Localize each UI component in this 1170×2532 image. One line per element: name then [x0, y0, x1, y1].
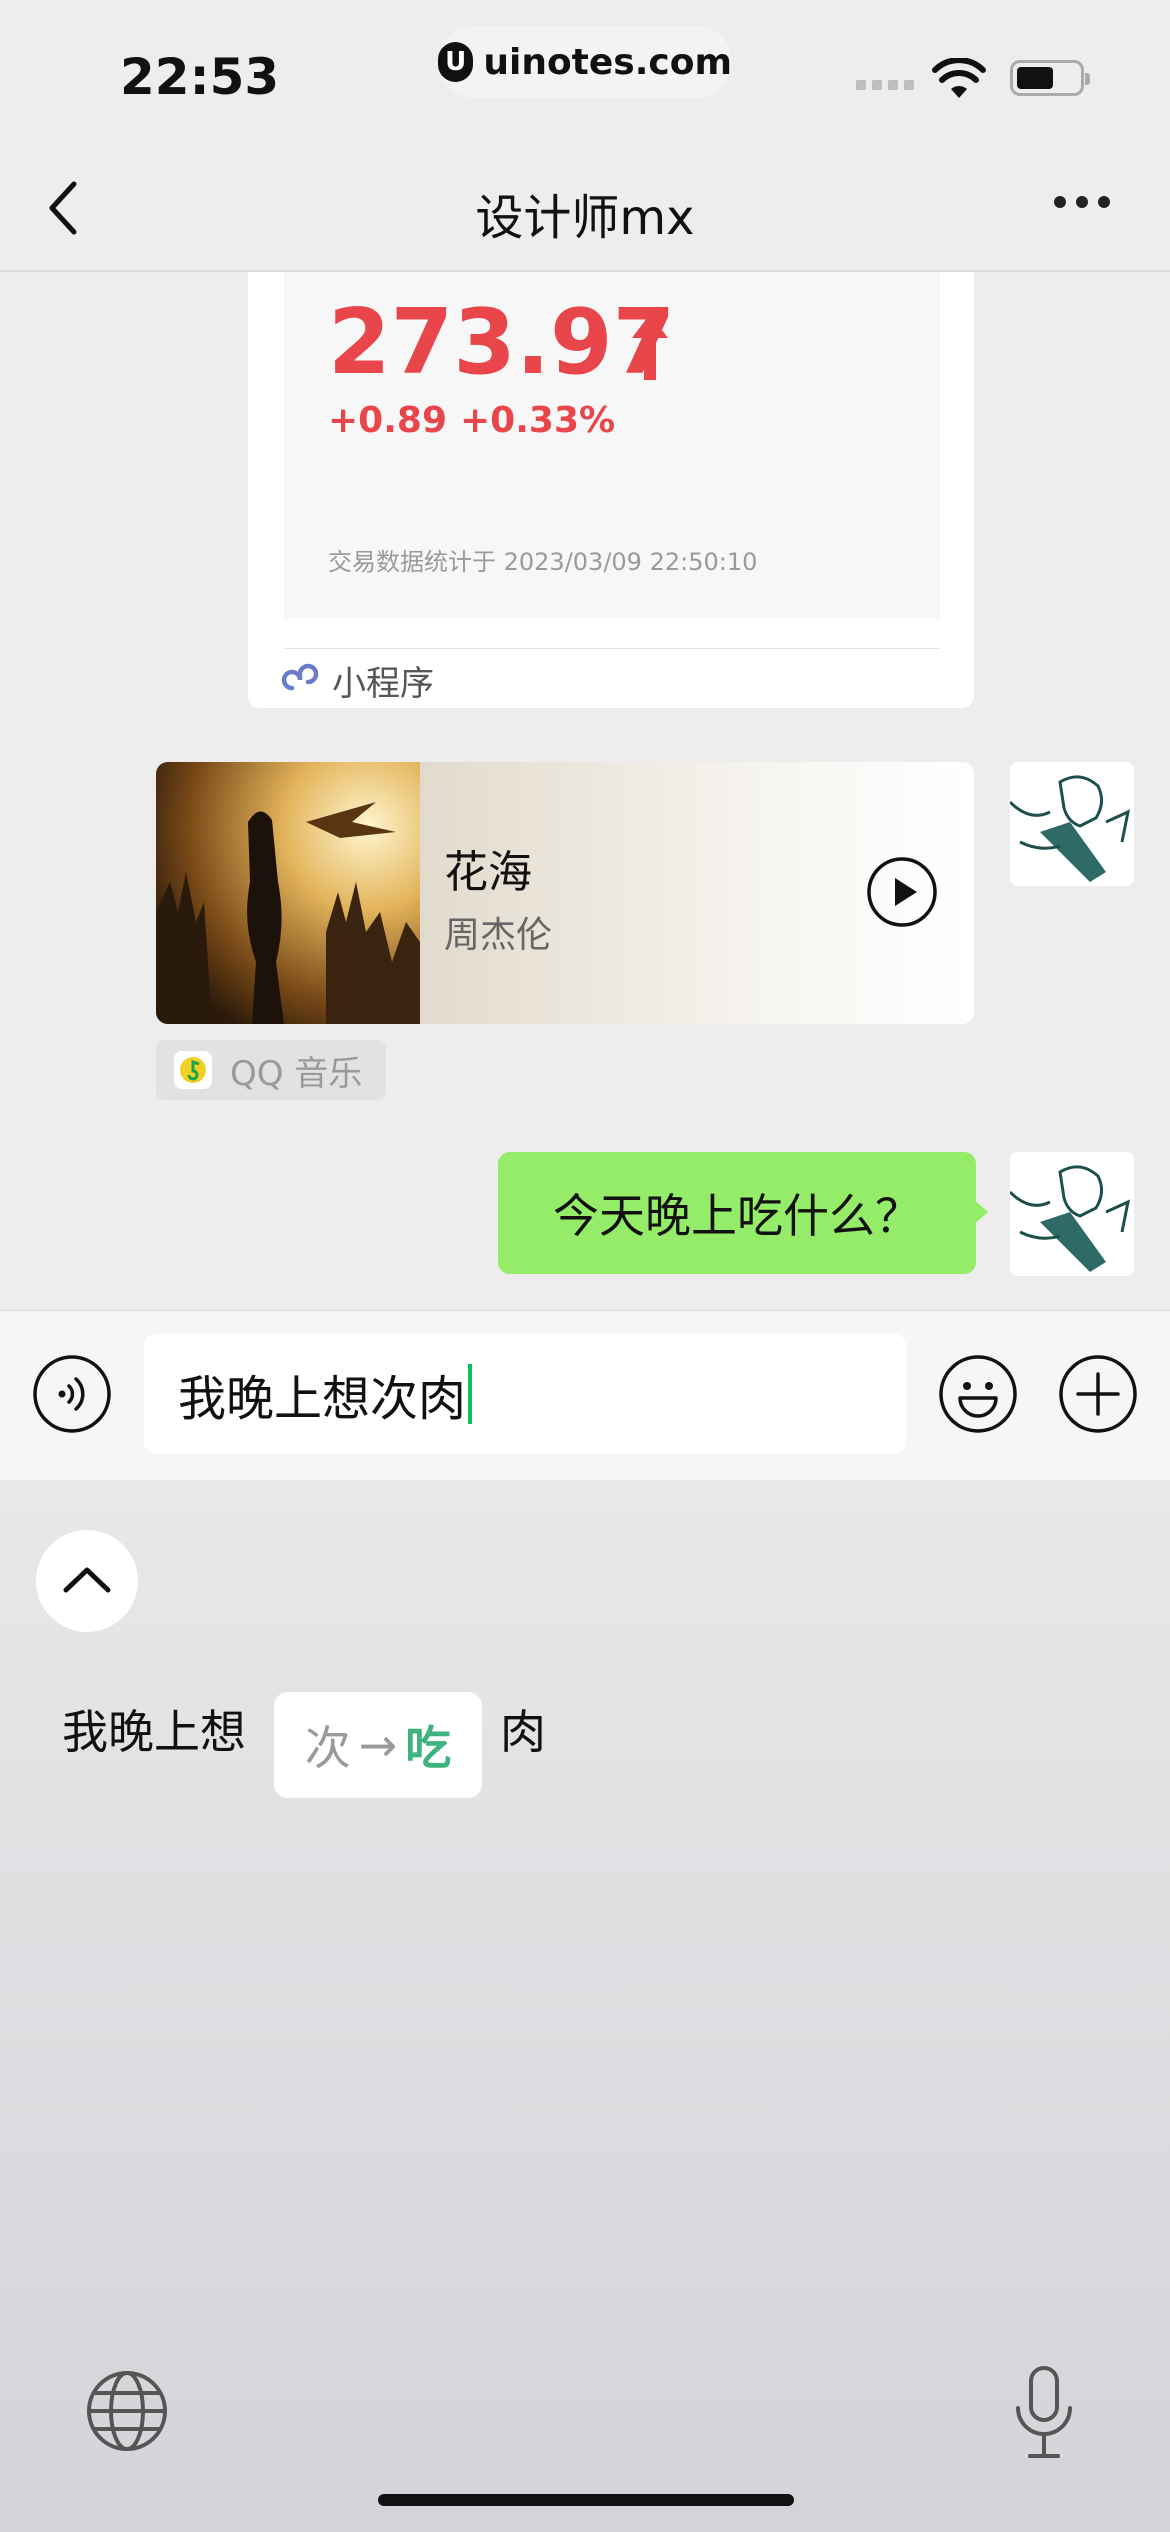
keyboard-area — [0, 1480, 1170, 2532]
message-input[interactable]: 我晚上想次肉 — [144, 1334, 906, 1454]
sent-message-bubble[interactable]: 今天晚上吃什么？ — [498, 1152, 976, 1274]
emoji-icon[interactable] — [938, 1354, 1018, 1434]
qq-music-chip[interactable]: QQ 音乐 — [156, 1040, 386, 1100]
microphone-icon[interactable] — [1004, 2364, 1084, 2464]
mini-program-icon — [282, 663, 319, 691]
card-divider — [284, 648, 940, 649]
text-caret — [468, 1364, 473, 1424]
url-pill[interactable]: U uinotes.com — [438, 26, 732, 98]
voice-input-icon[interactable] — [32, 1354, 112, 1434]
correction-suffix: 肉 — [500, 1705, 546, 1759]
home-indicator[interactable] — [378, 2494, 794, 2506]
correction-prefix: 我晚上想 — [62, 1705, 246, 1759]
play-icon[interactable] — [866, 856, 938, 928]
status-time: 22:53 — [120, 48, 280, 106]
song-artist: 周杰伦 — [444, 915, 553, 956]
correction-arrow: → — [358, 1718, 398, 1772]
stock-timestamp-note: 交易数据统计于 2023/03/09 22:50:10 — [328, 548, 758, 576]
correction-suggestion[interactable]: 次 → 吃 — [274, 1692, 482, 1798]
url-text: uinotes.com — [483, 41, 732, 83]
correction-wrong-char: 次 — [304, 1721, 351, 1775]
battery-icon — [1010, 60, 1090, 96]
album-art-image — [156, 762, 420, 1024]
song-title: 花海 — [444, 847, 532, 898]
mini-program-label: 小程序 — [332, 664, 434, 704]
avatar[interactable] — [1010, 762, 1134, 886]
status-bar: 22:53 U uinotes.com — [0, 0, 1170, 140]
message-input-text: 我晚上想次肉 — [178, 1371, 467, 1427]
more-icon[interactable] — [1054, 196, 1110, 208]
cellular-signal-icon — [856, 80, 914, 90]
collapse-button[interactable] — [36, 1530, 138, 1632]
avatar[interactable] — [1010, 1152, 1134, 1276]
stock-change-percent: +0.33% — [460, 400, 616, 441]
qq-music-label: QQ 音乐 — [230, 1053, 363, 1094]
up-arrow-icon — [632, 314, 668, 380]
chat-title: 设计师mx — [475, 190, 695, 246]
globe-icon[interactable] — [82, 2366, 172, 2456]
stock-change: +0.89 — [328, 400, 447, 441]
add-icon[interactable] — [1058, 1354, 1138, 1434]
stock-price: 273.97 — [328, 290, 676, 395]
uinotes-logo: U — [438, 42, 474, 82]
chevron-up-icon — [63, 1567, 111, 1593]
qq-music-logo-icon — [174, 1051, 212, 1089]
wifi-icon — [932, 58, 986, 98]
correction-right-char: 吃 — [405, 1721, 452, 1775]
bubble-tail — [972, 1198, 988, 1226]
